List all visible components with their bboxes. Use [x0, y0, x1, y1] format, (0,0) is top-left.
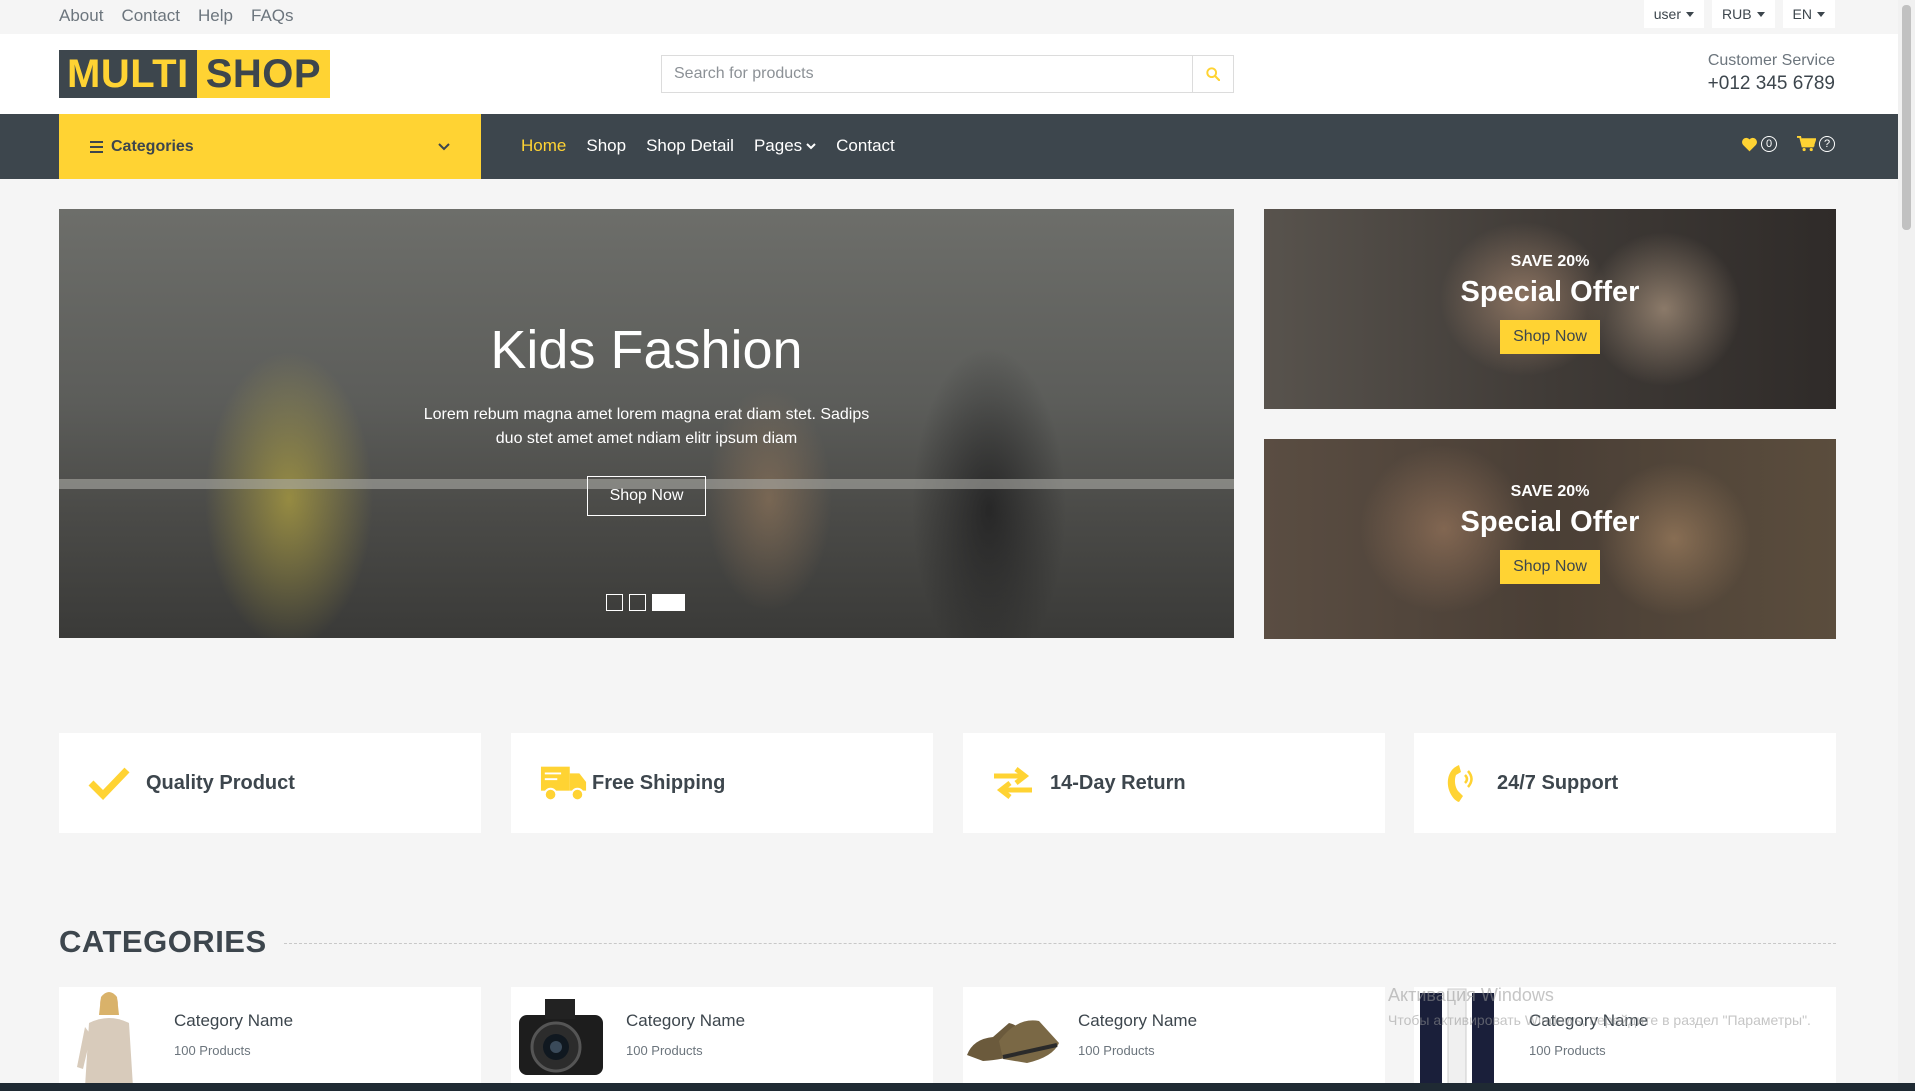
chevron-down-icon [438, 142, 450, 150]
category-card[interactable]: Category Name 100 Products [59, 987, 481, 1087]
category-count: 100 Products [626, 1043, 703, 1058]
windows-activation-watermark: Активация Windows Чтобы активировать Win… [1388, 985, 1811, 1028]
offer-title: Special Offer [1460, 506, 1640, 538]
category-name: Category Name [626, 1011, 746, 1030]
user-dropdown[interactable]: user [1643, 0, 1704, 28]
category-image-woman [59, 987, 159, 1087]
header: MULTI SHOP Customer Service +012 345 678… [0, 34, 1898, 114]
customer-service-label: Customer Service [1707, 52, 1835, 69]
currency-dropdown-label: RUB [1721, 6, 1752, 22]
wishlist-button[interactable]: 0 [1741, 136, 1777, 152]
feature-label: Quality Product [146, 771, 295, 794]
offer-shop-now-button[interactable]: Shop Now [1500, 320, 1600, 354]
offer-title: Special Offer [1460, 276, 1640, 308]
logo[interactable]: MULTI SHOP [59, 50, 331, 98]
chevron-down-icon [806, 142, 816, 149]
page-scrollbar[interactable] [1898, 0, 1915, 1083]
customer-service-phone: +012 345 6789 [1707, 73, 1835, 94]
bars-icon [90, 140, 103, 153]
offer-save-text: SAVE 20% [1510, 253, 1590, 270]
top-link-faqs[interactable]: FAQs [251, 6, 294, 26]
categories-label: Categories [111, 137, 194, 155]
language-dropdown[interactable]: EN [1782, 0, 1835, 28]
offer-banner-1: SAVE 20% Special Offer Shop Now [1264, 209, 1836, 409]
hero-title: Kids Fashion [490, 320, 803, 380]
top-link-help[interactable]: Help [198, 6, 233, 26]
topbar: About Contact Help FAQs user RUB EN [0, 0, 1898, 34]
hero-shop-now-button[interactable]: Shop Now [586, 476, 707, 516]
category-name: Category Name [1078, 1011, 1198, 1030]
category-name: Category Name [174, 1011, 294, 1030]
category-image-shoes [963, 987, 1063, 1087]
hero-text: Lorem rebum magna amet lorem magna erat … [423, 406, 870, 447]
nav-link-shop-detail[interactable]: Shop Detail [646, 136, 734, 156]
top-dropdowns: user RUB EN [1643, 0, 1835, 28]
taskbar [0, 1083, 1915, 1091]
carousel-indicator-3[interactable] [652, 594, 685, 611]
top-link-contact[interactable]: Contact [121, 6, 180, 26]
currency-dropdown[interactable]: RUB [1711, 0, 1775, 28]
nav-link-pages[interactable]: Pages [754, 136, 816, 156]
logo-part-multi: MULTI [59, 50, 197, 98]
caret-down-icon [1817, 11, 1825, 17]
cart-count: ? [1819, 136, 1835, 152]
truck-icon [540, 766, 587, 802]
caret-down-icon [1685, 11, 1694, 17]
language-dropdown-label: EN [1792, 6, 1812, 22]
search-icon [1206, 67, 1220, 81]
search-input[interactable] [662, 56, 1192, 92]
feature-label: 24/7 Support [1497, 771, 1619, 794]
category-image-camera [511, 987, 611, 1087]
nav-icons: 0 ? [1741, 136, 1835, 152]
categories-toggle[interactable]: Categories [59, 114, 481, 179]
top-links: About Contact Help FAQs [59, 6, 294, 26]
category-card[interactable]: Category Name 100 Products [963, 987, 1385, 1087]
customer-service: Customer Service +012 345 6789 [1708, 52, 1835, 95]
nav-link-contact[interactable]: Contact [836, 136, 895, 156]
search-button[interactable] [1192, 56, 1233, 92]
nav-link-home[interactable]: Home [521, 136, 566, 156]
cart-button[interactable]: ? [1797, 136, 1835, 152]
hero-carousel: Kids Fashion Lorem rebum magna amet lore… [59, 209, 1234, 638]
wishlist-count: 0 [1761, 136, 1777, 152]
hero-caption: Kids Fashion Lorem rebum magna amet lore… [59, 319, 1234, 516]
feature-shipping: Free Shipping [511, 733, 933, 833]
offer-banner-2: SAVE 20% Special Offer Shop Now [1264, 439, 1836, 639]
top-link-about[interactable]: About [59, 6, 103, 26]
nav-link-pages-label: Pages [753, 136, 803, 155]
caret-down-icon [1756, 11, 1765, 17]
feature-return: 14-Day Return [963, 733, 1385, 833]
feature-support: 24/7 Support [1414, 733, 1836, 833]
nav-link-shop[interactable]: Shop [586, 136, 626, 156]
category-count: 100 Products [1529, 1043, 1606, 1058]
exchange-icon [994, 767, 1032, 799]
logo-part-shop: SHOP [196, 50, 331, 98]
carousel-indicator-1[interactable] [606, 594, 623, 611]
carousel-indicators [606, 594, 685, 611]
check-icon [88, 767, 130, 800]
navbar: Categories Home Shop Shop Detail Pages C… [0, 114, 1898, 179]
feature-quality: Quality Product [59, 733, 481, 833]
search-form [661, 55, 1234, 93]
phone-volume-icon [1447, 765, 1473, 802]
cart-icon [1797, 136, 1816, 152]
user-dropdown-label: user [1653, 6, 1681, 22]
heart-icon [1742, 137, 1757, 151]
section-divider [283, 942, 1836, 944]
category-card[interactable]: Category Name 100 Products [511, 987, 933, 1087]
offer-shop-now-button[interactable]: Shop Now [1500, 550, 1600, 584]
categories-section-title: CATEGORIES [59, 924, 1836, 960]
feature-label: Free Shipping [592, 771, 726, 794]
carousel-indicator-2[interactable] [629, 594, 646, 611]
watermark-subtitle: Чтобы активировать Windows, перейдите в … [1388, 1012, 1811, 1028]
categories-heading: CATEGORIES [59, 924, 267, 959]
watermark-title: Активация Windows [1388, 985, 1554, 1005]
category-count: 100 Products [174, 1043, 251, 1058]
main-menu: Home Shop Shop Detail Pages Contact [521, 136, 895, 156]
feature-label: 14-Day Return [1050, 771, 1186, 794]
scrollbar-thumb[interactable] [1902, 5, 1911, 230]
offer-save-text: SAVE 20% [1510, 483, 1590, 500]
category-count: 100 Products [1078, 1043, 1155, 1058]
